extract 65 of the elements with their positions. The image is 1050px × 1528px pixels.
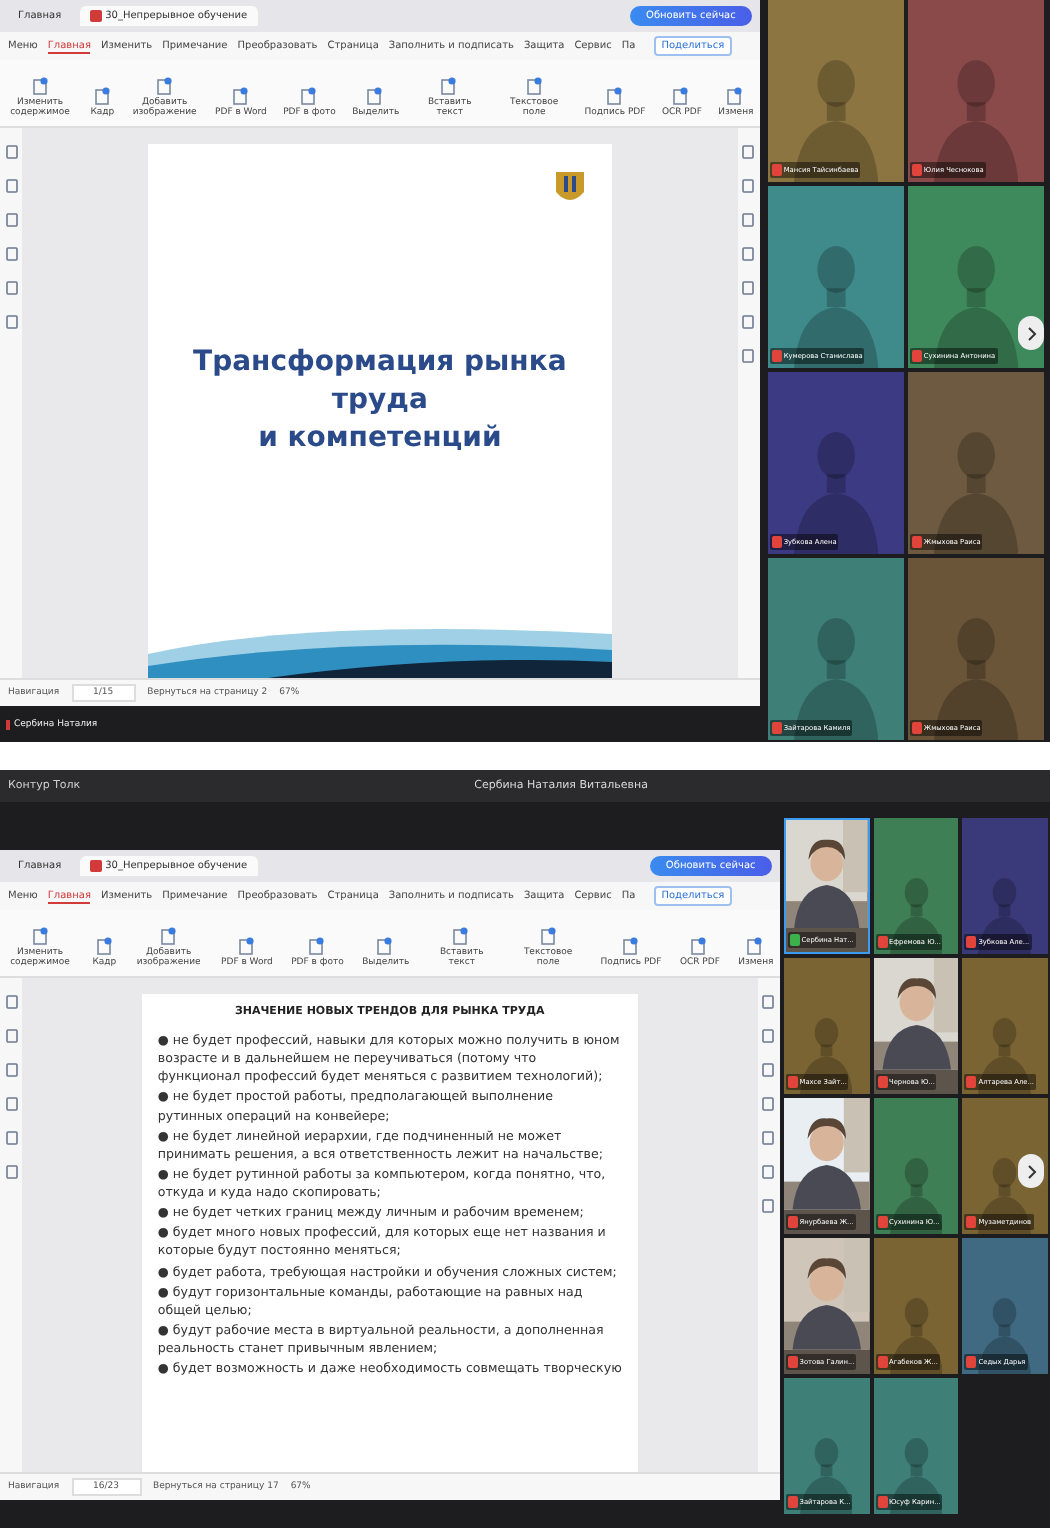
sidebar-icon <box>740 246 757 262</box>
pdf-icon <box>89 860 102 872</box>
person-silhouette <box>978 1157 1032 1234</box>
chevron-right-icon <box>1025 325 1037 341</box>
document-icon <box>376 936 395 957</box>
chevron-right-icon <box>1025 1163 1037 1179</box>
document-icon <box>93 86 112 107</box>
document-icon <box>672 86 691 107</box>
person-silhouette <box>799 1437 853 1514</box>
document-icon <box>690 936 709 957</box>
document-icon <box>539 926 558 947</box>
document-icon <box>300 86 319 107</box>
sidebar-icon <box>740 280 757 296</box>
document-icon <box>440 76 459 97</box>
pdf-icon <box>89 10 102 22</box>
sidebar-icon <box>3 246 19 262</box>
sidebar-icon <box>3 1096 19 1112</box>
sidebar-icon <box>3 1130 19 1146</box>
document-icon <box>622 936 640 957</box>
person-silhouette <box>799 1017 853 1094</box>
document-icon <box>606 86 624 107</box>
sidebar-icon <box>760 994 777 1010</box>
sidebar-icon <box>3 1164 19 1180</box>
document-icon <box>308 936 327 957</box>
sidebar-icon <box>740 348 757 364</box>
person-silhouette <box>978 1297 1032 1374</box>
document-icon <box>237 936 256 957</box>
slide-title: и компетенций <box>258 419 502 458</box>
sidebar-icon <box>3 178 19 194</box>
sidebar-icon <box>3 212 19 228</box>
document-icon <box>31 926 49 947</box>
person-silhouette <box>889 1297 943 1374</box>
document-icon <box>366 86 385 107</box>
sidebar-icon <box>740 144 757 160</box>
sidebar-icon <box>760 1164 777 1180</box>
person-silhouette <box>889 1157 943 1234</box>
sidebar-icon <box>3 144 19 160</box>
sidebar-icon <box>3 1062 19 1078</box>
sidebar-icon <box>3 994 19 1010</box>
sidebar-icon <box>760 1028 777 1044</box>
document-icon <box>159 926 178 947</box>
document-icon <box>31 76 49 97</box>
sidebar-icon <box>760 1130 777 1146</box>
document-icon <box>525 76 544 97</box>
document-icon <box>746 936 765 957</box>
sidebar-icon <box>760 1096 777 1112</box>
person-silhouette <box>978 1017 1032 1094</box>
document-icon <box>726 86 745 107</box>
sidebar-icon <box>3 280 19 296</box>
sidebar-icon <box>760 1198 777 1214</box>
document-icon <box>231 86 250 107</box>
person-silhouette <box>978 877 1032 954</box>
document-icon <box>452 926 471 947</box>
person-silhouette <box>889 1437 943 1514</box>
slide-title: труда <box>331 381 428 420</box>
sidebar-icon <box>3 1028 19 1044</box>
person-silhouette <box>889 877 943 954</box>
document-icon <box>155 76 174 97</box>
sidebar-icon <box>760 1062 777 1078</box>
document-icon <box>95 936 114 957</box>
sidebar-icon <box>740 178 757 194</box>
sidebar-icon <box>3 314 19 330</box>
sidebar-icon <box>740 314 757 330</box>
slide-title: Трансформация рынка <box>193 344 567 382</box>
sidebar-icon <box>740 212 757 228</box>
